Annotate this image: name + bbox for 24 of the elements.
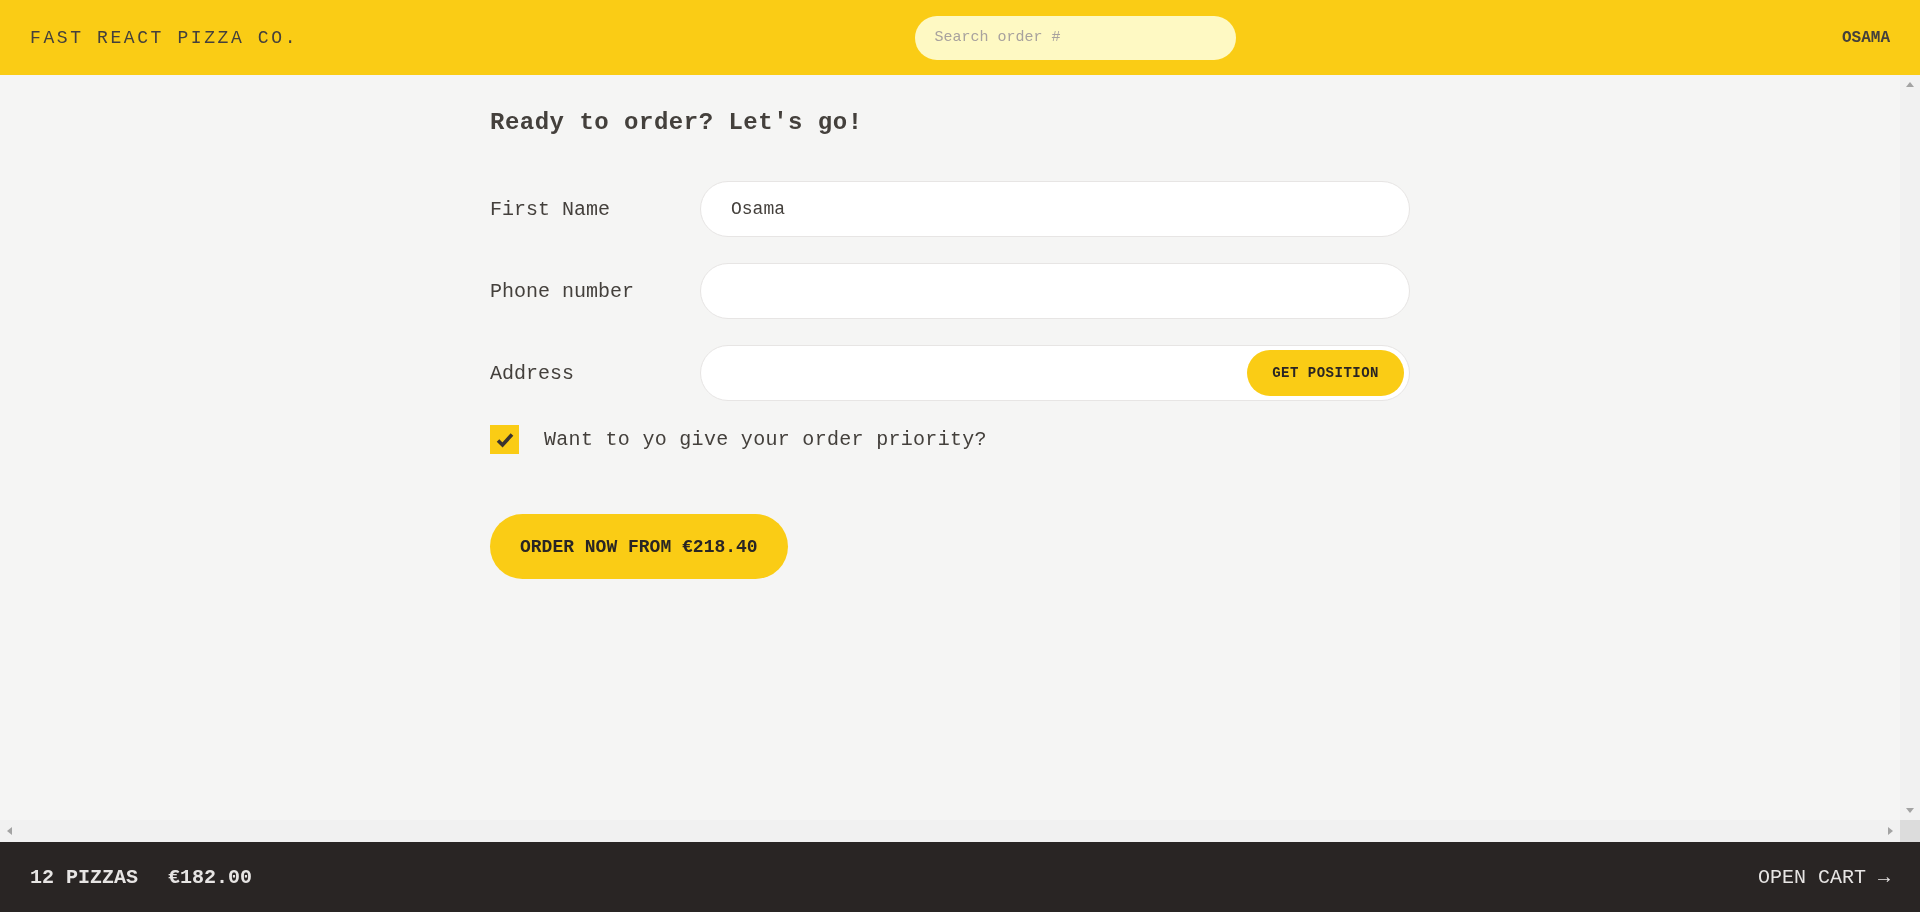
form-title: Ready to order? Let's go!: [490, 109, 864, 136]
input-field[interactable]: [700, 263, 1410, 319]
checkbox-label: Want to yo give your order priority?: [544, 428, 987, 451]
scroll-up-icon[interactable]: [1906, 82, 1914, 87]
scrollbar[interactable]: [1900, 75, 1920, 820]
pizza-count: 12 PIZZAS: [30, 865, 139, 889]
order-button[interactable]: ORDER NOW FROM €218.40: [490, 514, 788, 579]
scroll-down-icon[interactable]: [1906, 808, 1914, 813]
open-cart-link[interactable]: OPEN CART →: [1757, 865, 1890, 889]
field-label: Phone number: [490, 279, 636, 303]
field-label: First Name: [490, 197, 612, 221]
user-name: OSAMA: [1842, 28, 1890, 47]
scrollbar-corner: [1900, 820, 1920, 842]
scroll-right-icon[interactable]: [1888, 827, 1893, 835]
scroll-left-icon[interactable]: [7, 827, 12, 835]
logo-link[interactable]: FAST REACT PIZZA CO.: [30, 27, 299, 48]
input-field[interactable]: Osama: [700, 181, 1410, 237]
cart-total: €182.00: [168, 865, 253, 889]
get-position-button[interactable]: GET POSITION: [1247, 350, 1404, 396]
field-label: Address: [490, 361, 575, 385]
search-field[interactable]: Search order #: [914, 15, 1236, 60]
input-field[interactable]: GET POSITION: [700, 345, 1410, 401]
scrollbar[interactable]: [0, 820, 1900, 842]
checkbox[interactable]: [490, 425, 519, 454]
